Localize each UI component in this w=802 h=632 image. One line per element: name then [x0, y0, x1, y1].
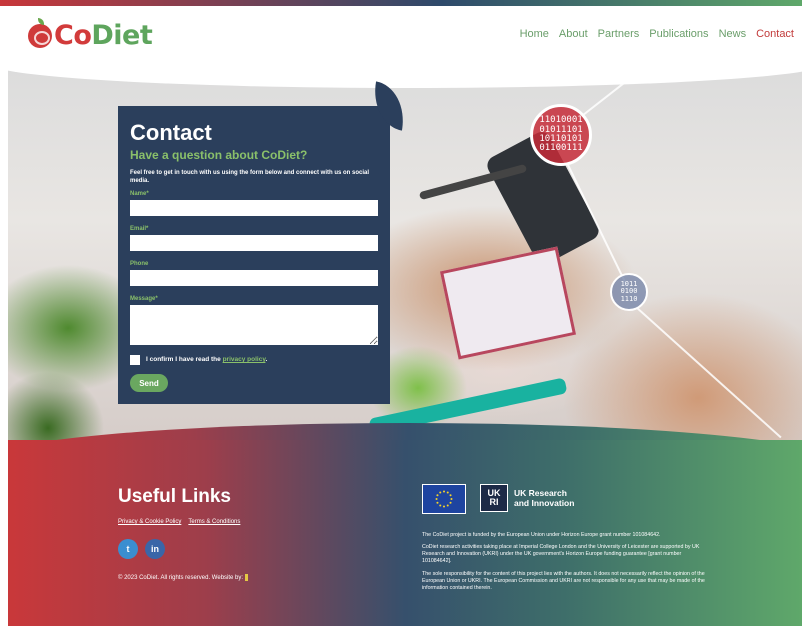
name-label: Name* — [130, 190, 149, 197]
logo-text: CoDiet — [54, 20, 153, 51]
message-label: Message* — [130, 295, 158, 302]
privacy-policy-link[interactable]: privacy policy — [223, 356, 266, 363]
clipboard-illustration — [439, 246, 577, 360]
connector-line — [635, 306, 782, 439]
main-nav: Home About Partners Publications News Co… — [520, 28, 794, 40]
consent-prefix: I confirm I have read the — [146, 356, 223, 364]
consent-label: I confirm I have read the privacy policy… — [146, 356, 267, 363]
nav-home[interactable]: Home — [520, 28, 549, 40]
twitter-icon[interactable]: t — [118, 539, 138, 559]
funding-paragraph: The CoDiet project is funded by the Euro… — [422, 532, 661, 538]
linkedin-icon[interactable]: in — [145, 539, 165, 559]
terms-link[interactable]: Terms & Conditions — [188, 519, 240, 525]
eu-stars — [435, 490, 453, 508]
funding-paragraph: The sole responsibility for the content … — [422, 570, 705, 591]
contact-intro: Feel free to get in touch with us using … — [130, 170, 370, 184]
email-label: Email* — [130, 225, 149, 232]
codiet-logo[interactable]: CoDiet — [28, 17, 153, 51]
site-footer: Useful Links Privacy & Cookie Policy Ter… — [8, 440, 802, 626]
logo-diet: Diet — [91, 20, 153, 51]
linkedin-glyph: in — [151, 544, 159, 554]
useful-links-title: Useful Links — [118, 486, 231, 507]
consent-suffix: . — [265, 356, 268, 364]
twitter-glyph: t — [126, 544, 130, 554]
ukri-line-1: UK Research — [514, 487, 567, 498]
send-button[interactable]: Send — [130, 374, 168, 393]
contact-subtitle: Have a question about CoDiet? — [130, 148, 308, 162]
binary-blue-text: 1011 0100 1110 — [620, 279, 638, 303]
binary-red-text: 11010001 01011101 10110101 01100111 — [539, 115, 583, 154]
binary-magnifier-red: 11010001 01011101 10110101 01100111 — [530, 104, 592, 166]
phone-input[interactable] — [130, 269, 378, 286]
site-header: CoDiet Home About Partners Publications … — [0, 6, 802, 66]
phone-label: Phone — [130, 260, 149, 267]
consent-checkbox[interactable] — [130, 354, 140, 365]
ukri-line-2: and Innovation — [514, 498, 575, 508]
binary-magnifier-blue: 1011 0100 1110 — [610, 273, 648, 311]
nav-publications[interactable]: Publications — [649, 28, 708, 40]
nav-news[interactable]: News — [719, 28, 747, 40]
funding-statement: The CoDiet project is funded by the Euro… — [422, 532, 712, 597]
website-by-logo[interactable] — [245, 574, 249, 581]
ukri-logo: UK RI UK Research and Innovation — [480, 484, 574, 512]
email-input[interactable] — [130, 234, 378, 251]
privacy-cookie-link[interactable]: Privacy & Cookie Policy — [118, 519, 181, 525]
nav-about[interactable]: About — [559, 28, 588, 40]
social-links: t in — [118, 539, 165, 559]
apple-icon — [28, 17, 52, 48]
contact-title: Contact — [130, 120, 212, 145]
privacy-consent: I confirm I have read the privacy policy… — [130, 354, 378, 365]
name-input[interactable] — [130, 199, 378, 216]
copyright-label: © 2023 CoDiet. All rights reserved. Webs… — [118, 575, 244, 582]
nav-partners[interactable]: Partners — [598, 28, 640, 40]
ukri-mark: UK RI — [480, 484, 508, 512]
nav-contact[interactable]: Contact — [756, 28, 794, 40]
funding-paragraph: CoDiet research activities taking place … — [422, 544, 700, 565]
copyright-text: © 2023 CoDiet. All rights reserved. Webs… — [118, 574, 249, 582]
contact-panel: Contact Have a question about CoDiet? Fe… — [118, 81, 410, 404]
message-textarea[interactable] — [130, 304, 378, 345]
logo-co: Co — [54, 20, 92, 51]
eu-flag-icon — [422, 484, 466, 514]
footer-links: Privacy & Cookie Policy Terms & Conditio… — [118, 519, 240, 525]
hero-top-curve — [8, 68, 802, 88]
ukri-wordmark: UK Research and Innovation — [514, 488, 574, 508]
